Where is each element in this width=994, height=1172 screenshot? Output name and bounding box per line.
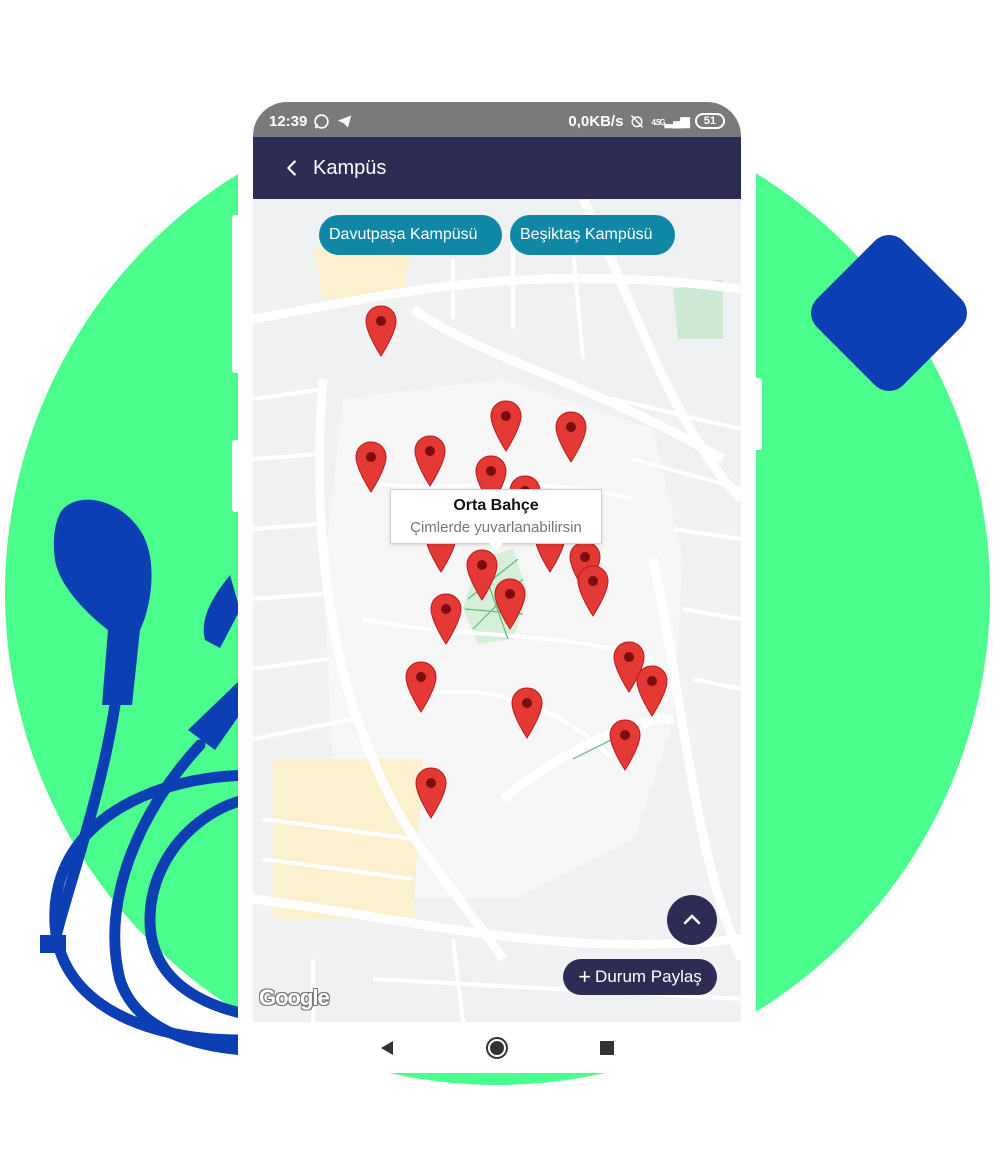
system-navigation-bar	[253, 1022, 741, 1073]
nav-back-button[interactable]	[372, 1033, 402, 1063]
map-marker[interactable]	[511, 687, 543, 739]
back-triangle-icon	[381, 1040, 393, 1055]
phone-side-button-left-lower	[232, 440, 240, 512]
phone-side-button-right	[754, 378, 762, 450]
chevron-left-icon[interactable]	[281, 157, 303, 179]
map-marker[interactable]	[609, 719, 641, 771]
nav-home-button[interactable]	[482, 1033, 512, 1063]
alarm-off-icon	[631, 114, 644, 128]
map-marker[interactable]	[414, 435, 446, 487]
share-status-button[interactable]: + Durum Paylaş	[563, 959, 717, 995]
battery-icon: 51	[694, 113, 725, 129]
map-marker[interactable]	[494, 578, 526, 630]
marker-info-window[interactable]: Orta Bahçe Çimlerde yuvarlanabilirsin	[390, 489, 602, 551]
google-logo: Google	[259, 985, 330, 1010]
network-type: 4.5G	[651, 118, 665, 127]
phone-frame: 12:39 0,0KB/s 4.5G▂▄▆ 51 Kampüs Davutpaş…	[238, 98, 756, 1073]
battery-level: 51	[703, 115, 716, 127]
map-marker[interactable]	[490, 400, 522, 452]
besiktas-campus-button[interactable]: Beşiktaş Kampüsü	[510, 215, 675, 255]
map-marker[interactable]	[430, 593, 462, 645]
recents-square-icon	[600, 1040, 614, 1055]
plus-icon: +	[578, 964, 592, 989]
home-circle-icon	[486, 1036, 508, 1059]
nav-recents-button[interactable]	[592, 1033, 622, 1063]
share-status-label: Durum Paylaş	[595, 967, 702, 986]
map-marker[interactable]	[577, 565, 609, 617]
status-time: 12:39	[269, 112, 308, 130]
chevron-up-icon	[683, 914, 701, 925]
app-bar: Kampüs	[253, 137, 741, 199]
signal-icon: 4.5G▂▄▆	[651, 114, 689, 128]
map-marker[interactable]	[636, 665, 668, 717]
map-view[interactable]: Davutpaşa Kampüsü Beşiktaş Kampüsü Orta …	[253, 199, 741, 1022]
scroll-up-button[interactable]	[667, 895, 717, 945]
davutpasa-campus-button[interactable]: Davutpaşa Kampüsü	[319, 215, 502, 255]
status-bar: 12:39 0,0KB/s 4.5G▂▄▆ 51	[253, 102, 741, 140]
info-window-title: Orta Bahçe	[453, 497, 539, 514]
info-window-subtitle: Çimlerde yuvarlanabilirsin	[410, 519, 582, 536]
map-marker[interactable]	[555, 411, 587, 463]
map-marker[interactable]	[405, 661, 437, 713]
whatsapp-icon	[314, 113, 330, 129]
page-title: Kampüs	[313, 156, 387, 179]
telegram-icon	[338, 115, 352, 127]
network-speed: 0,0KB/s	[568, 112, 624, 130]
map-marker[interactable]	[415, 767, 447, 819]
phone-side-button-left	[232, 215, 240, 373]
map-marker[interactable]	[355, 441, 387, 493]
map-marker[interactable]	[365, 305, 397, 357]
